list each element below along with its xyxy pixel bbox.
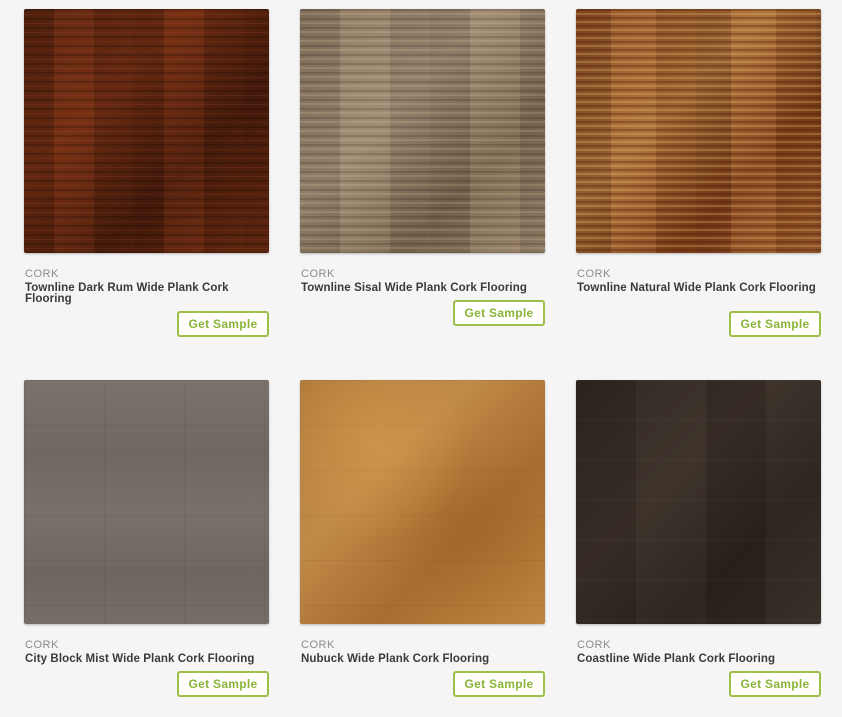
product-title[interactable]: Townline Natural Wide Plank Cork Floorin… [577, 282, 817, 294]
get-sample-button[interactable]: Get Sample [177, 311, 269, 337]
product-category: CORK [25, 268, 59, 280]
product-card: CORK Townline Natural Wide Plank Cork Fl… [576, 9, 821, 339]
product-category: CORK [25, 639, 59, 651]
product-category: CORK [301, 268, 335, 280]
product-image[interactable] [576, 380, 821, 624]
product-image[interactable] [576, 9, 821, 253]
product-title[interactable]: Townline Sisal Wide Plank Cork Flooring [301, 282, 541, 294]
get-sample-button[interactable]: Get Sample [729, 311, 821, 337]
product-category: CORK [577, 268, 611, 280]
product-image[interactable] [24, 380, 269, 624]
product-category: CORK [301, 639, 335, 651]
get-sample-button[interactable]: Get Sample [729, 671, 821, 697]
get-sample-button[interactable]: Get Sample [453, 671, 545, 697]
product-title[interactable]: Coastline Wide Plank Cork Flooring [577, 653, 817, 665]
product-card: CORK Nubuck Wide Plank Cork Flooring Get… [300, 380, 545, 710]
product-card: CORK Townline Dark Rum Wide Plank Cork F… [24, 9, 269, 339]
product-category: CORK [577, 639, 611, 651]
get-sample-button[interactable]: Get Sample [453, 300, 545, 326]
product-image[interactable] [300, 9, 545, 253]
product-card: CORK Coastline Wide Plank Cork Flooring … [576, 380, 821, 710]
product-title[interactable]: Townline Dark Rum Wide Plank Cork Floori… [25, 282, 265, 305]
product-card: CORK City Block Mist Wide Plank Cork Flo… [24, 380, 269, 710]
product-image[interactable] [300, 380, 545, 624]
product-image[interactable] [24, 9, 269, 253]
product-grid: CORK Townline Dark Rum Wide Plank Cork F… [0, 0, 842, 717]
product-title[interactable]: Nubuck Wide Plank Cork Flooring [301, 653, 541, 665]
get-sample-button[interactable]: Get Sample [177, 671, 269, 697]
product-title[interactable]: City Block Mist Wide Plank Cork Flooring [25, 653, 265, 665]
product-card: CORK Townline Sisal Wide Plank Cork Floo… [300, 9, 545, 339]
